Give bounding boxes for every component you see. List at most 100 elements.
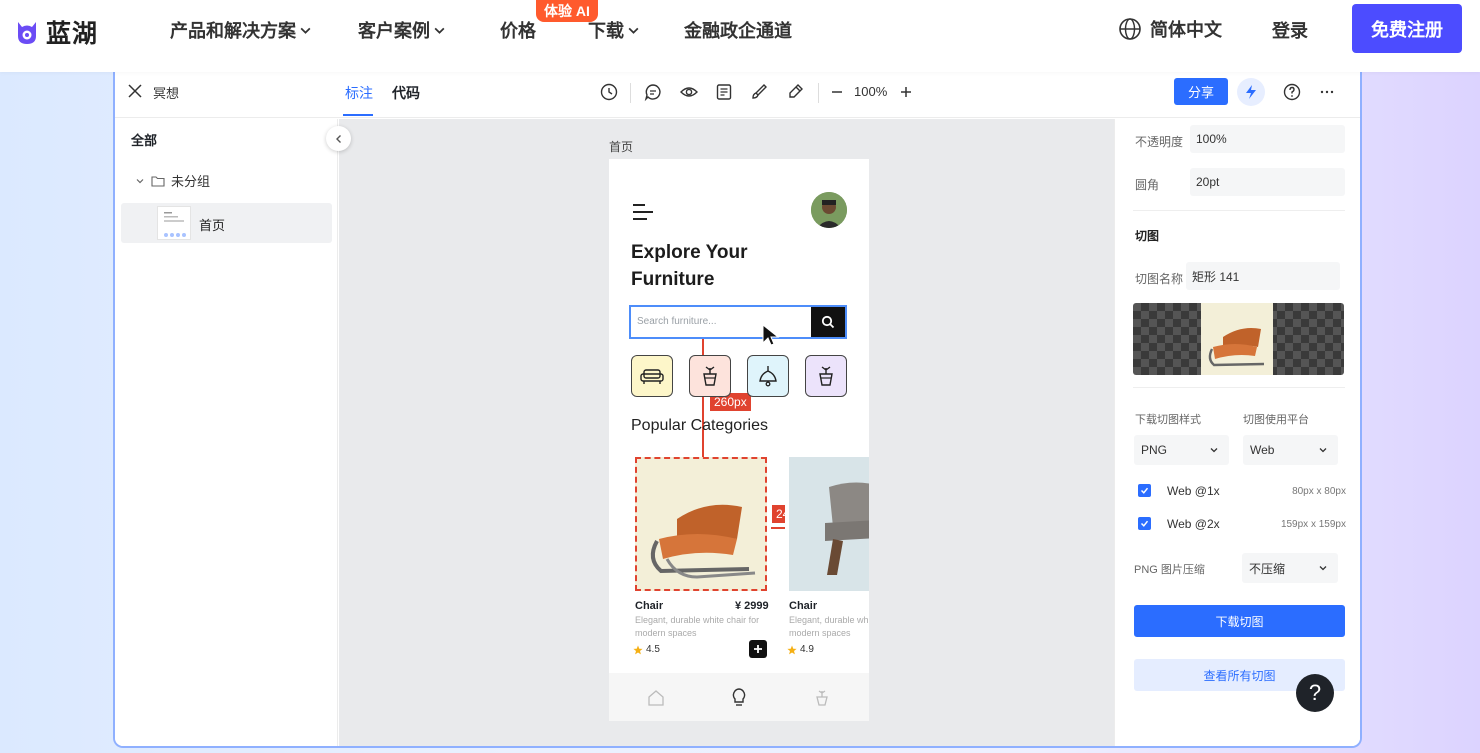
product-rating: 4.5 xyxy=(633,644,660,655)
star-icon xyxy=(787,645,797,654)
export-2x-checkbox[interactable] xyxy=(1138,517,1151,530)
share-button[interactable]: 分享 xyxy=(1174,78,1228,105)
chevron-down-icon xyxy=(628,27,639,34)
nav-label: 金融政企通道 xyxy=(684,21,792,41)
pages-panel: 全部 未分组 首页 xyxy=(115,119,351,746)
nav-label: 产品和解决方案 xyxy=(170,21,296,41)
platform-select[interactable]: Web xyxy=(1243,435,1338,465)
all-pages-label[interactable]: 全部 xyxy=(131,130,157,149)
category-vase[interactable] xyxy=(805,355,847,397)
product-description: Elegant, durable white chair for modern … xyxy=(635,615,760,638)
nav-products[interactable]: 产品和解决方案 xyxy=(170,17,312,43)
nav-finance[interactable]: 金融政企通道 xyxy=(684,17,792,43)
lightning-button[interactable] xyxy=(1237,78,1265,106)
opacity-label: 不透明度 xyxy=(1135,135,1184,149)
product-image xyxy=(635,457,767,591)
page-thumbnail xyxy=(157,206,191,240)
close-icon[interactable] xyxy=(127,83,143,99)
signup-button[interactable]: 免费注册 xyxy=(1352,4,1462,53)
sofa-icon xyxy=(640,369,664,384)
logo-icon xyxy=(18,22,36,44)
chevron-down-icon xyxy=(136,178,144,183)
zoom-in-icon[interactable] xyxy=(896,82,916,102)
folder-icon xyxy=(151,175,165,187)
opacity-value[interactable]: 100% xyxy=(1190,125,1345,153)
radius-label: 圆角 xyxy=(1135,178,1160,192)
logo[interactable]: 蓝湖 xyxy=(14,14,98,50)
plus-icon xyxy=(754,645,762,653)
compress-value: 不压缩 xyxy=(1249,561,1286,576)
category-plant[interactable] xyxy=(689,355,731,397)
nav-download[interactable]: 下载 xyxy=(588,17,640,43)
toolbar-divider xyxy=(630,83,631,103)
zoom-level: 100% xyxy=(854,84,888,99)
zoom-out-icon[interactable] xyxy=(827,82,847,102)
category-lamp[interactable] xyxy=(747,355,789,397)
home-icon[interactable] xyxy=(647,689,665,707)
product-description: Elegant, durable white chair for modern … xyxy=(789,615,869,638)
format-select[interactable]: PNG xyxy=(1134,435,1229,465)
chair-image xyxy=(650,504,756,579)
chair-thumbnail xyxy=(1208,328,1265,367)
nav-label: 下载 xyxy=(588,21,624,41)
help-chat-button[interactable]: ? xyxy=(1296,674,1334,712)
help-icon[interactable] xyxy=(1282,82,1302,102)
lightning-icon xyxy=(1246,85,1256,99)
category-sofa[interactable] xyxy=(631,355,673,397)
avatar-image xyxy=(811,192,847,228)
hero-heading: Explore Your Furniture xyxy=(631,242,748,290)
group-label: 未分组 xyxy=(171,174,211,189)
eye-icon[interactable] xyxy=(679,82,699,102)
chevron-down-icon xyxy=(1319,448,1327,453)
plant-icon[interactable] xyxy=(813,689,831,707)
compress-select[interactable]: 不压缩 xyxy=(1242,553,1338,583)
nav-cases[interactable]: 客户案例 xyxy=(358,17,446,43)
export-1x-checkbox[interactable] xyxy=(1138,484,1151,497)
add-to-cart-button[interactable] xyxy=(749,640,767,658)
star-icon xyxy=(633,645,643,654)
platform-label: 切图使用平台 xyxy=(1243,414,1309,426)
notes-icon[interactable] xyxy=(714,82,734,102)
search-button[interactable] xyxy=(811,307,845,337)
lightbulb-icon[interactable] xyxy=(730,687,748,707)
hamburger-menu-icon[interactable] xyxy=(633,203,655,221)
cursor-icon xyxy=(762,323,780,346)
search-icon xyxy=(821,315,835,329)
format-value: PNG xyxy=(1141,443,1168,457)
product-price: ¥ 2999 xyxy=(735,600,769,612)
history-icon[interactable] xyxy=(599,82,619,102)
group-ungrouped[interactable]: 未分组 xyxy=(135,171,210,190)
comment-icon[interactable] xyxy=(643,82,663,102)
collapse-panel-button[interactable] xyxy=(326,126,351,151)
login-link[interactable]: 登录 xyxy=(1272,17,1308,43)
export-1x-label: Web @1x xyxy=(1167,484,1220,498)
toolbar: 冥想 标注 代码 100% 分享 xyxy=(115,70,1360,118)
page-item-home[interactable]: 首页 xyxy=(121,203,332,243)
avatar[interactable] xyxy=(811,192,847,228)
product-title: Chair xyxy=(789,600,818,612)
artboard-label: 首页 xyxy=(609,140,634,154)
tab-code[interactable]: 代码 xyxy=(392,83,420,103)
more-icon[interactable] xyxy=(1317,82,1337,102)
product-card[interactable]: Chair ¥ 2999 Elegant, durable white chai… xyxy=(631,457,771,664)
language-switcher[interactable]: 简体中文 xyxy=(1118,16,1222,42)
product-card[interactable]: Chair Elegant, durable white chair for m… xyxy=(785,457,869,664)
nav-pricing[interactable]: 价格 xyxy=(500,17,536,43)
eyedropper-icon[interactable] xyxy=(785,82,805,102)
divider xyxy=(1133,387,1345,388)
download-slices-button[interactable]: 下载切图 xyxy=(1134,605,1345,637)
slice-name-field[interactable]: 矩形 141 xyxy=(1186,262,1340,290)
export-1x-size: 80px x 80px xyxy=(1292,486,1346,497)
tab-annotation[interactable]: 标注 xyxy=(345,83,373,103)
rating-value: 4.9 xyxy=(800,644,814,655)
chevron-down-icon xyxy=(1319,566,1327,571)
radius-value[interactable]: 20pt xyxy=(1190,168,1345,196)
artboard-home[interactable]: Explore Your Furniture Search furniture.… xyxy=(609,159,869,721)
product-rating: 4.9 xyxy=(787,644,814,655)
product-image xyxy=(789,457,869,591)
search-input[interactable]: Search furniture... xyxy=(629,305,847,339)
design-canvas[interactable]: 首页 Explore Your Furniture Search furnitu… xyxy=(339,119,1114,746)
brush-icon[interactable] xyxy=(749,82,769,102)
nav-label: 客户案例 xyxy=(358,21,430,41)
globe-icon xyxy=(1119,18,1141,40)
